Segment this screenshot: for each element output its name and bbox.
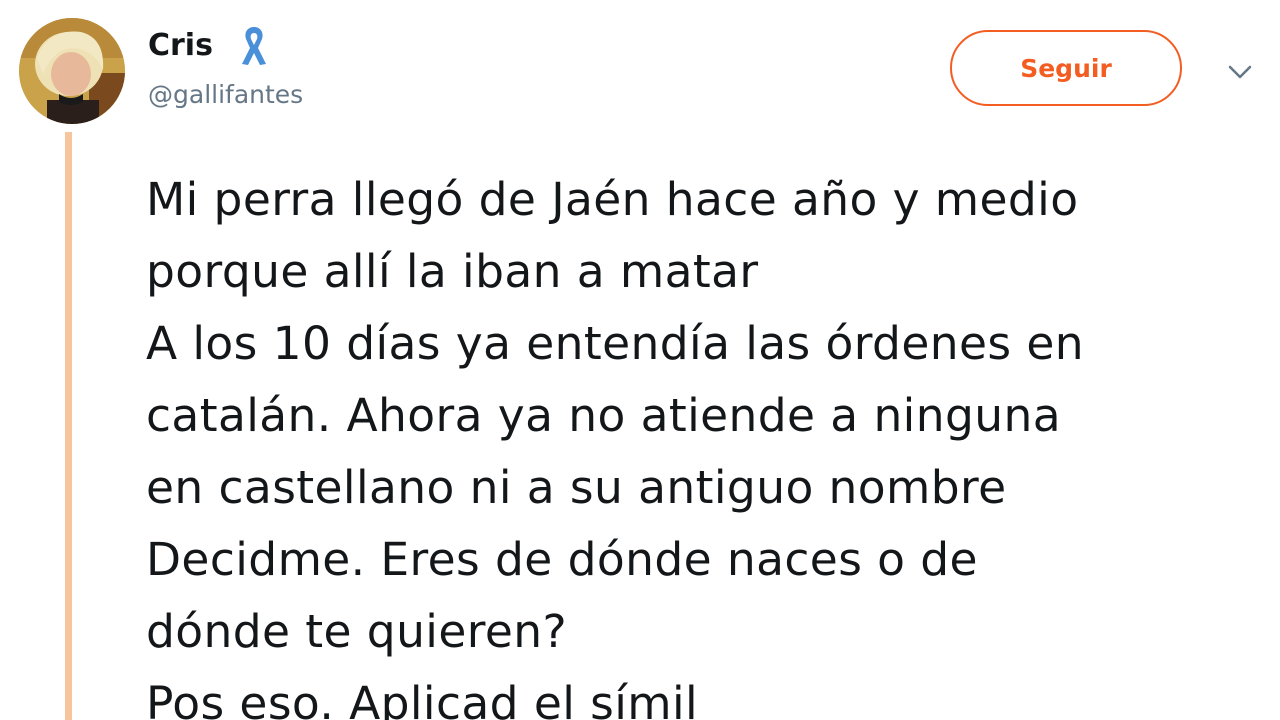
username-handle[interactable]: @gallifantes — [148, 78, 303, 112]
tweet-text-line: Mi perra llegó de Jaén hace año y medio — [146, 173, 1079, 226]
tweet-text-line: en castellano ni a su antiguo nombre — [146, 461, 1007, 514]
tweet-container: Cris @gallifantes Seguir Mi perra llegó … — [0, 0, 1280, 720]
tweet-text-line: porque allí la iban a matar — [146, 245, 759, 298]
tweet-text-line: dónde te quieren? — [146, 605, 568, 658]
display-name[interactable]: Cris — [148, 26, 213, 66]
avatar-photo — [19, 18, 125, 124]
tweet-text-line: catalán. Ahora ya no atiende a ninguna — [146, 389, 1062, 442]
follow-button[interactable]: Seguir — [950, 30, 1182, 106]
tweet-text-line: Pos eso. Aplicad el símil — [146, 677, 699, 720]
tweet-text-line: A los 10 días ya entendía las órdenes en — [146, 317, 1084, 370]
thread-line — [65, 132, 72, 720]
ribbon-icon — [242, 27, 266, 65]
chevron-down-icon[interactable] — [1224, 58, 1256, 86]
tweet-text: Mi perra llegó de Jaén hace año y medio … — [146, 164, 1266, 720]
avatar[interactable] — [19, 18, 125, 124]
tweet-text-line: Decidme. Eres de dónde naces o de — [146, 533, 978, 586]
